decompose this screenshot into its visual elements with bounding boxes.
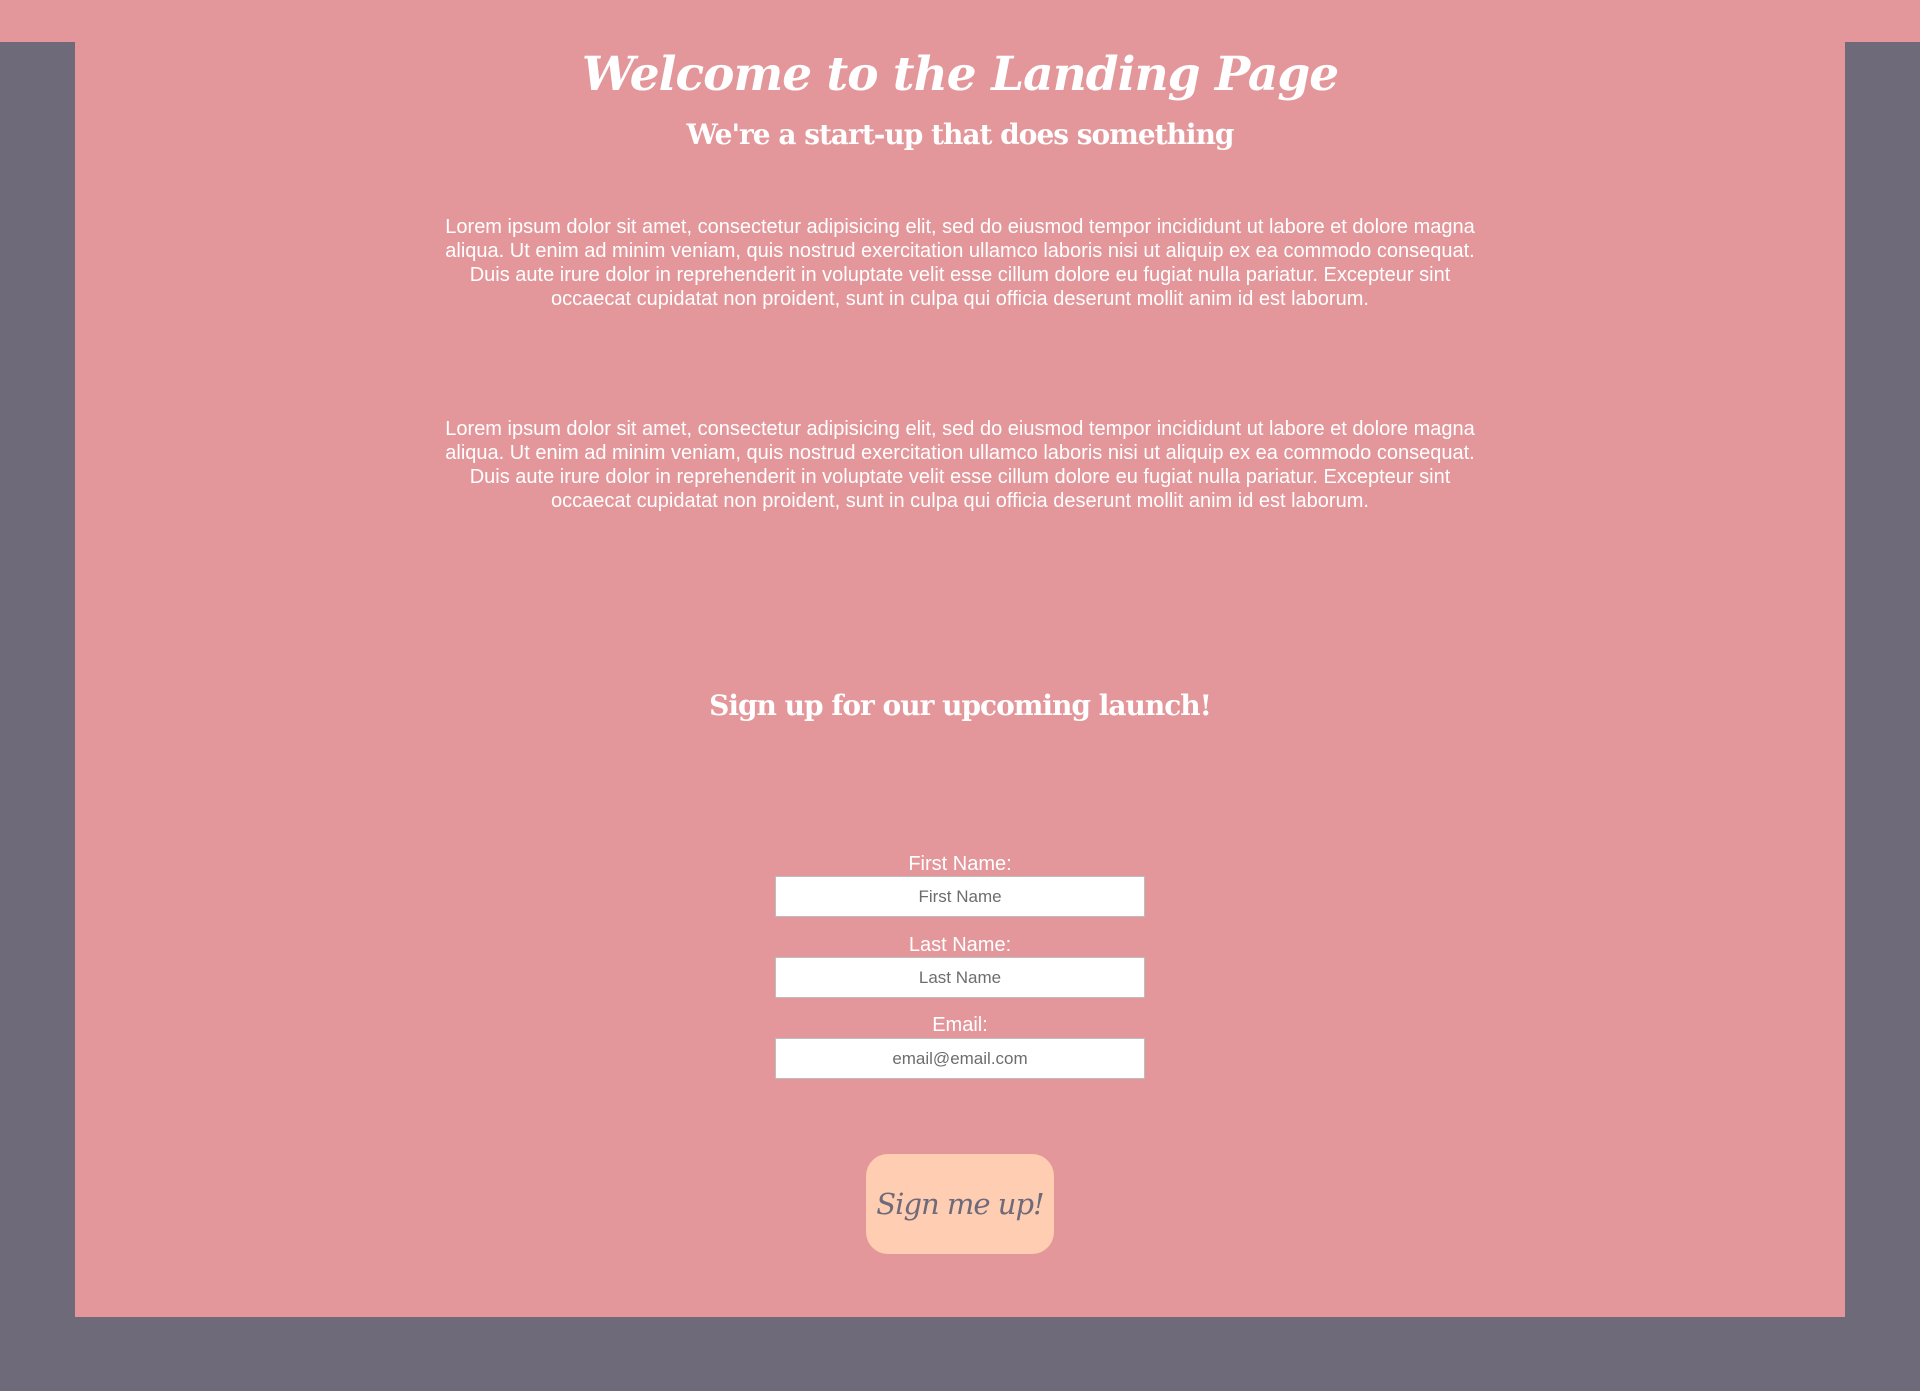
- top-strip: [0, 0, 1920, 42]
- page-subtitle: We're a start-up that does something: [686, 118, 1234, 151]
- email-label: Email:: [932, 1014, 988, 1036]
- last-name-input[interactable]: [775, 957, 1145, 998]
- intro-paragraph-2: Lorem ipsum dolor sit amet, consectetur …: [445, 418, 1475, 512]
- page-title: Welcome to the Landing Page: [581, 47, 1339, 102]
- email-input[interactable]: [775, 1038, 1145, 1079]
- sign-up-button[interactable]: Sign me up!: [866, 1154, 1054, 1254]
- signup-heading: Sign up for our upcoming launch!: [709, 689, 1212, 722]
- landing-card: Welcome to the Landing Page We're a star…: [75, 42, 1845, 1317]
- last-name-label: Last Name:: [908, 934, 1012, 956]
- intro-paragraph-1: Lorem ipsum dolor sit amet, consectetur …: [445, 216, 1475, 310]
- first-name-label: First Name:: [908, 853, 1012, 875]
- first-name-input[interactable]: [775, 876, 1145, 917]
